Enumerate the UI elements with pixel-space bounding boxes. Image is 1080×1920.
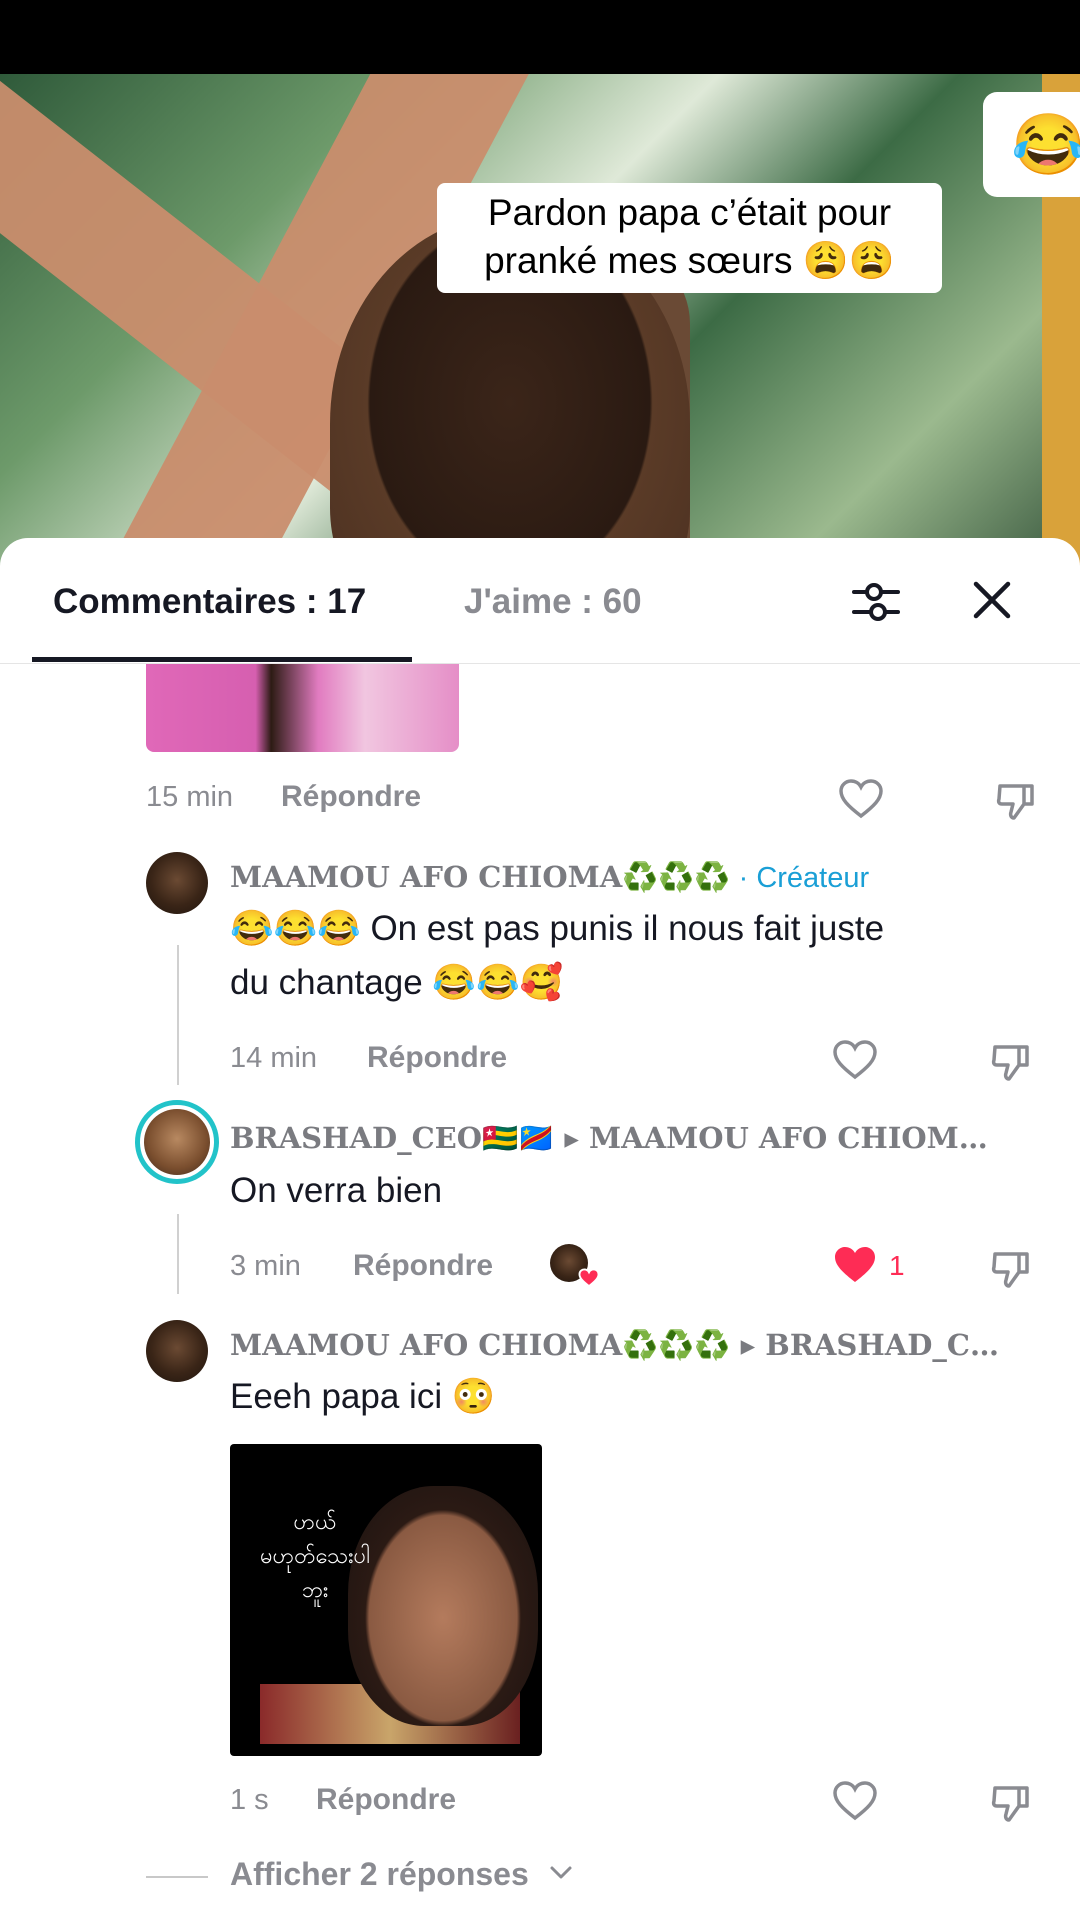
chevron-down-icon — [550, 1866, 572, 1879]
tab-comments[interactable]: Commentaires : 17 — [53, 582, 366, 622]
comment-text: 😂😂😂 On est pas punis il nous fait juste … — [230, 902, 884, 1010]
comment-username[interactable]: MAAMOU AFO CHIOMA♻️♻️♻️ · Créateur — [230, 860, 869, 895]
comment-text-line-1: 😂😂😂 On est pas punis il nous fait juste — [230, 909, 885, 948]
video-player[interactable] — [0, 74, 1080, 594]
tab-likes[interactable]: J'aime : 60 — [464, 582, 642, 622]
reply-button[interactable]: Répondre — [353, 1249, 493, 1283]
username-text: MAAMOU AFO CHIOMA♻️♻️♻️ — [230, 860, 731, 894]
avatar[interactable] — [135, 1100, 219, 1184]
like-heart-icon[interactable] — [832, 1039, 878, 1081]
dislike-icon[interactable] — [994, 778, 1038, 822]
comment-username[interactable]: BRASHAD_CEO🇹🇬🇨🇩 ▸ MAAMOU AFO CHIOM… — [230, 1121, 988, 1156]
liked-heart-icon[interactable] — [832, 1244, 878, 1286]
reply-button[interactable]: Répondre — [281, 780, 421, 814]
dislike-icon[interactable] — [989, 1780, 1033, 1824]
reply-button[interactable]: Répondre — [316, 1783, 456, 1817]
comment-time: 15 min — [146, 781, 234, 813]
gif-caption: ဟယ် မဟုတ်သေးပါ ဘူး — [260, 1510, 370, 1603]
caption-line-2: pranké mes sœurs 😩😩 — [484, 240, 895, 281]
avatar[interactable] — [146, 852, 208, 914]
comment-username[interactable]: MAAMOU AFO CHIOMA♻️♻️♻️ ▸ BRASHAD_C… — [230, 1328, 999, 1363]
close-icon[interactable] — [970, 578, 1014, 622]
comment-text: On verra bien — [230, 1171, 443, 1210]
show-more-replies-button[interactable]: Afficher 2 réponses — [230, 1856, 529, 1893]
like-heart-icon[interactable] — [832, 1780, 878, 1822]
more-replies-line — [146, 1876, 208, 1878]
username-text: MAAMOU AFO CHIOMA♻️♻️♻️ — [230, 1328, 731, 1362]
reply-to-username[interactable]: ▸ MAAMOU AFO CHIOM… — [564, 1121, 987, 1155]
active-tab-indicator — [32, 657, 412, 662]
comments-sheet: Commentaires : 17 J'aime : 60 15 min Rép… — [0, 538, 1080, 1920]
dislike-icon[interactable] — [989, 1246, 1033, 1290]
comments-list[interactable]: 15 min Répondre MAAMOU AFO CHIOMA♻️♻️♻️ … — [0, 664, 1080, 1920]
like-count: 1 — [889, 1250, 905, 1281]
comment-text: Eeeh papa ici 😳 — [230, 1377, 496, 1416]
like-heart-icon[interactable] — [838, 778, 884, 820]
reply-button[interactable]: Répondre — [367, 1041, 507, 1075]
emoji-sticker: 😂 — [983, 92, 1080, 197]
reply-to-username[interactable]: ▸ BRASHAD_C… — [741, 1328, 999, 1362]
dislike-icon[interactable] — [989, 1039, 1033, 1083]
comment-time: 1 s — [230, 1784, 269, 1816]
username-text: BRASHAD_CEO🇹🇬🇨🇩 — [230, 1121, 555, 1155]
filter-icon[interactable] — [852, 578, 900, 626]
caption-line-1: Pardon papa c’était pour — [487, 192, 892, 233]
comment-time: 14 min — [230, 1042, 318, 1074]
comment-text-line-2: du chantage 😂😂🥰 — [230, 963, 564, 1002]
video-caption: Pardon papa c’était pour pranké mes sœur… — [437, 183, 942, 293]
creator-badge: · Créateur — [730, 862, 870, 894]
status-bar — [0, 0, 1080, 74]
avatar[interactable] — [146, 1320, 208, 1382]
comments-tabs: Commentaires : 17 J'aime : 60 — [0, 538, 1080, 664]
comment-gif-thumbnail[interactable]: ဟယ် မဟုတ်သေးပါ ဘူး — [230, 1444, 542, 1756]
creator-liked-heart-icon — [578, 1268, 600, 1288]
thread-line — [177, 1214, 179, 1294]
comment-time: 3 min — [230, 1250, 301, 1282]
comment-gif-thumbnail[interactable] — [146, 664, 459, 752]
thread-line — [177, 945, 179, 1085]
